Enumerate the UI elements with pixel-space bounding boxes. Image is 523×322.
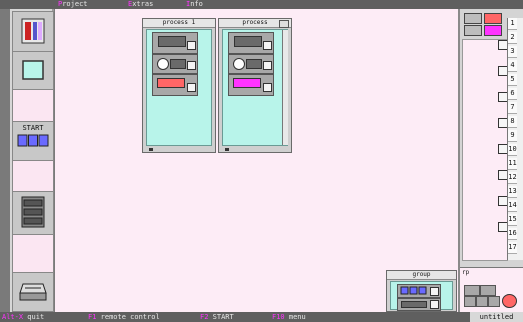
library-icon [21,18,45,44]
status-menu[interactable]: F10 menu [272,312,306,322]
indicator-magenta [233,78,261,88]
channel-number[interactable]: 10 [508,144,517,156]
group-body [390,281,453,311]
module-port[interactable] [187,41,196,50]
module-indicator[interactable] [228,74,274,96]
scrollbar[interactable] [282,30,288,145]
bottom-module[interactable] [464,296,476,307]
bottom-module[interactable] [480,285,496,296]
channel-number[interactable]: 15 [508,214,517,226]
channel-number[interactable]: 11 [508,158,517,170]
module-screen [401,301,427,308]
status-quit[interactable]: Alt-X quit [2,312,44,322]
toolbar-cell-empty-4 [12,234,54,273]
module-display[interactable] [152,32,198,54]
group-title: group [387,271,456,280]
module-port[interactable] [430,287,439,296]
printer-icon [19,283,47,301]
indicator-red [157,78,185,88]
module-port[interactable] [187,83,196,92]
left-toolbar: START [10,9,54,312]
close-icon[interactable] [279,20,289,28]
panel-button-magenta[interactable] [484,25,502,36]
process-1-title: process 1 [143,19,215,28]
channel-number[interactable]: 17 [508,242,517,254]
toolbar-cell-rack[interactable] [12,191,54,235]
processes-icon [400,286,427,295]
group-module-processes[interactable] [397,284,441,298]
rack-icon [21,196,45,228]
window-resize-handle[interactable] [149,148,153,151]
process-1-body [146,29,212,146]
menu-bar: Project Extras Info [0,0,523,9]
channel-number[interactable]: 8 [508,116,517,128]
channel-number[interactable]: 4 [508,60,517,72]
channel-number[interactable]: 12 [508,172,517,184]
toolbar-cell-start[interactable]: START [12,121,54,161]
process-1-window[interactable]: process 1 [142,18,216,153]
channel-number[interactable]: 9 [508,130,517,142]
bottom-module[interactable] [476,296,488,307]
module-port[interactable] [187,61,196,70]
dial-knob-icon[interactable] [233,58,245,70]
module-screen [158,36,186,47]
channel-number[interactable]: 16 [508,228,517,240]
toolbar-cell-library[interactable] [12,11,54,52]
dial-knob-icon[interactable] [157,58,169,70]
status-filename: untitled [470,312,523,322]
channel-number[interactable]: 6 [508,88,517,100]
status-remote-control[interactable]: F1 remote control [88,312,160,322]
panel-button-red[interactable] [484,13,502,24]
window-resize-handle[interactable] [225,148,229,151]
module-port[interactable] [263,83,272,92]
channel-number[interactable]: 3 [508,46,517,58]
module-port[interactable] [430,300,439,309]
module-screen [234,36,262,47]
start-processes-icon [17,134,49,147]
group-window[interactable]: group [386,270,457,312]
bottom-right-panel: rp [460,267,523,312]
toolbar-cell-empty-3 [12,160,54,192]
module-dial[interactable] [228,54,274,74]
module-indicator[interactable] [152,74,198,96]
menu-project[interactable]: Project [58,0,88,9]
group-module-display[interactable] [397,298,441,311]
channel-number[interactable]: 5 [508,74,517,86]
toolbar-cell-printer[interactable] [12,272,54,312]
status-start[interactable]: F2 START [200,312,234,322]
process-2-window[interactable]: process [218,18,292,153]
module-port[interactable] [263,41,272,50]
process-2-body [222,29,288,146]
status-bar: Alt-X quit F1 remote control F2 START F1… [0,312,523,322]
dial-screen [170,59,186,69]
panel-button[interactable] [464,25,482,36]
toolbar-cell-window[interactable] [12,51,54,90]
window-icon [22,60,44,80]
bottom-module[interactable] [488,296,500,307]
module-display[interactable] [228,32,274,54]
record-button[interactable] [502,294,517,308]
panel-button[interactable] [464,13,482,24]
menu-info[interactable]: Info [186,0,203,9]
menu-extras[interactable]: Extras [128,0,153,9]
bottom-module-display[interactable] [464,285,480,296]
module-dial[interactable] [152,54,198,74]
module-port[interactable] [263,61,272,70]
channel-number[interactable]: 13 [508,186,517,198]
channel-number-column: 1 2 3 4 5 6 7 8 9 10 11 12 13 14 15 16 1… [507,18,523,260]
channel-number[interactable]: 2 [508,32,517,44]
channel-number[interactable]: 7 [508,102,517,114]
dial-screen [246,59,262,69]
channel-number[interactable]: 14 [508,200,517,212]
bottom-panel-label: rp [462,269,470,276]
start-label: START [22,124,44,132]
channel-number[interactable]: 1 [508,18,517,30]
